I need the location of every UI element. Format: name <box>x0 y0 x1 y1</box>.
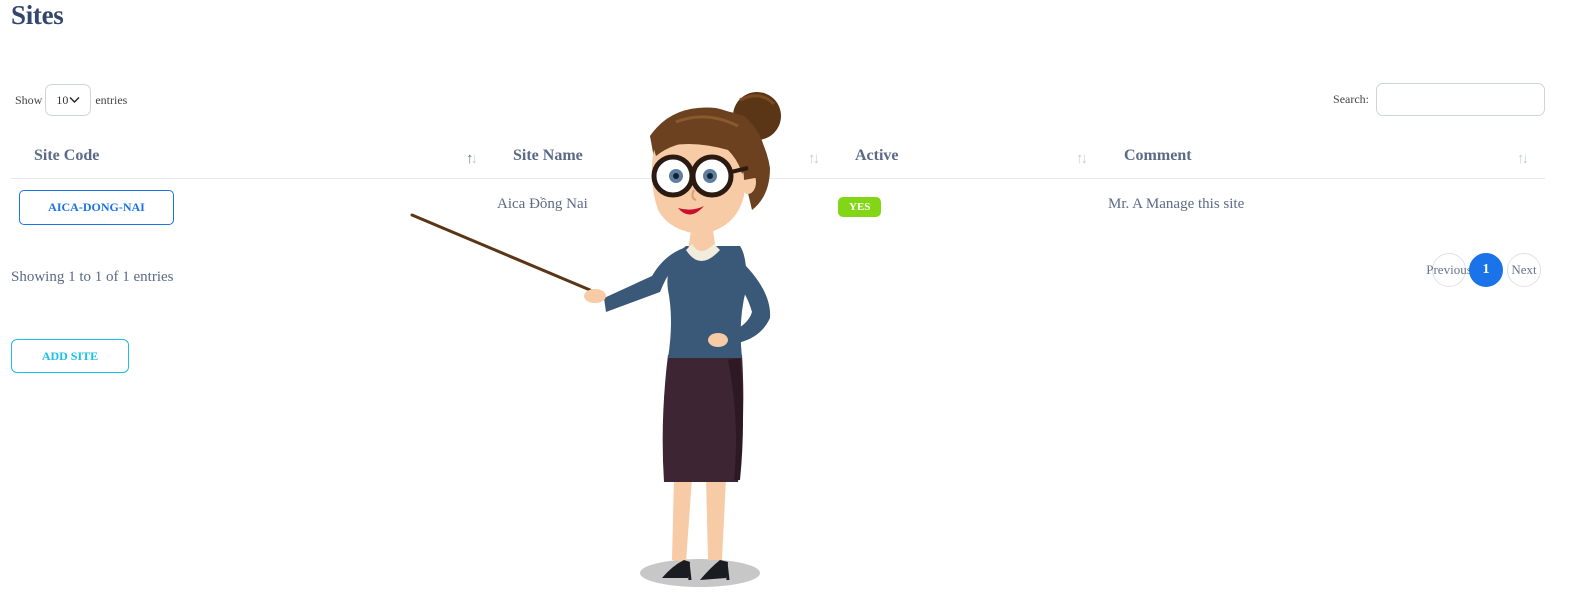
column-header-label: Comment <box>1124 146 1192 164</box>
sites-table: Site Code ↑↓ Site Name ↑↓ Active ↑↓ Comm… <box>11 133 1545 235</box>
entries-per-page-select[interactable]: 10 <box>45 84 92 116</box>
cell-active: YES <box>831 179 1100 236</box>
entries-length-control: Show 10 entries <box>15 84 127 116</box>
pagination-previous-button[interactable]: Previous <box>1426 253 1472 287</box>
cell-site-code: AICA-DONG-NAI <box>11 179 489 236</box>
search-control: Search: <box>1333 83 1545 116</box>
chevron-down-icon <box>69 96 80 104</box>
add-site-button[interactable]: ADD SITE <box>11 339 129 373</box>
column-header-label: Site Code <box>34 146 100 164</box>
page-title: Sites <box>11 0 64 30</box>
next-label: Next <box>1511 262 1537 277</box>
entries-per-page-value: 10 <box>56 92 69 107</box>
search-label: Search: <box>1333 92 1369 106</box>
sort-ascending-icon: ↑↓ <box>466 151 478 167</box>
previous-label: Previous <box>1426 262 1472 277</box>
site-code-button[interactable]: AICA-DONG-NAI <box>19 189 174 225</box>
sort-icon: ↑↓ <box>808 151 820 167</box>
column-header-label: Active <box>855 146 899 164</box>
column-header-comment[interactable]: Comment ↑↓ <box>1100 133 1545 179</box>
table-row: AICA-DONG-NAI Aica Đồng Nai YES Mr. A Ma… <box>11 179 1545 236</box>
table-info: Showing 1 to 1 of 1 entries <box>11 269 174 285</box>
column-header-site-code[interactable]: Site Code ↑↓ <box>11 133 489 179</box>
cell-comment: Mr. A Manage this site <box>1108 195 1245 212</box>
column-header-label: Site Name <box>513 146 583 164</box>
entries-label: entries <box>95 92 128 107</box>
table-header-row: Site Code ↑↓ Site Name ↑↓ Active ↑↓ Comm… <box>11 133 1545 179</box>
page-number-label: 1 <box>1482 262 1490 277</box>
search-input[interactable] <box>1376 83 1545 116</box>
sort-icon: ↑↓ <box>1076 151 1088 167</box>
sort-icon: ↑↓ <box>1517 151 1529 167</box>
cell-site-name: Aica Đồng Nai <box>497 195 588 212</box>
active-status-badge: YES <box>838 196 882 217</box>
pagination-next-button[interactable]: Next <box>1507 253 1541 287</box>
show-label: Show <box>15 92 43 107</box>
column-header-active[interactable]: Active ↑↓ <box>831 133 1100 179</box>
pagination-page-button[interactable]: 1 <box>1469 253 1503 287</box>
column-header-site-name[interactable]: Site Name ↑↓ <box>489 133 831 179</box>
pagination: Previous Next 1 <box>1426 253 1542 289</box>
